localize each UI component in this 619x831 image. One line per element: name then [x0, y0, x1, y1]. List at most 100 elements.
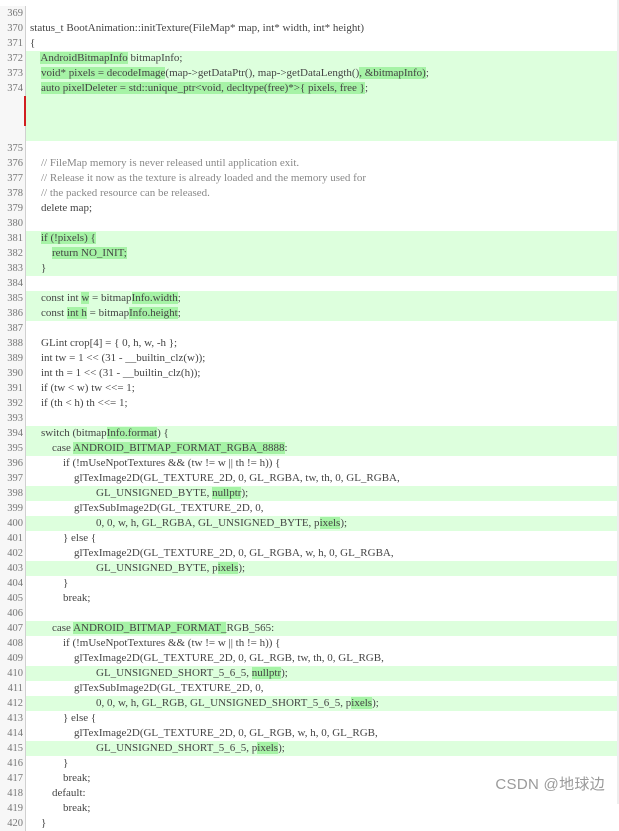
diff-line: 371 { — [0, 36, 619, 51]
line-number: 403 — [0, 561, 26, 576]
line-number: 385 — [0, 291, 26, 306]
line-number: 375 — [0, 141, 26, 156]
line-number: 369 — [0, 6, 26, 21]
code-text: switch (bitmapInfo.format) { — [30, 427, 169, 439]
line-number: 409 — [0, 651, 26, 666]
diff-line: 398 GL_UNSIGNED_BYTE, nullptr); — [0, 486, 619, 501]
code-diff-view: 369 370 status_t BootAnimation::initTextur… — [0, 6, 619, 831]
line-number: 400 — [0, 516, 26, 531]
diff-line: 379 delete map; — [0, 201, 619, 216]
diff-line: 404 } — [0, 576, 619, 591]
code-text: // Release it now as the texture is alre… — [30, 172, 367, 184]
line-number: 389 — [0, 351, 26, 366]
code-text: AndroidBitmapInfo bitmapInfo; — [40, 52, 183, 64]
code-text: return NO_INIT; — [52, 247, 127, 259]
code-text: int th = 1 << (31 - __builtin_clz(h)); — [30, 367, 201, 379]
line-number: 393 — [0, 411, 26, 426]
diff-line: 386 const int h = bitmapInfo.height; — [0, 306, 619, 321]
line-number — [0, 96, 26, 111]
code-text: case ANDROID_BITMAP_FORMAT_RGBA_8888: — [30, 442, 288, 454]
line-number: 377 — [0, 171, 26, 186]
diff-line: 413 } else { — [0, 711, 619, 726]
diff-line: 410 GL_UNSIGNED_SHORT_5_6_5, nullptr); — [0, 666, 619, 681]
line-number: 388 — [0, 336, 26, 351]
diff-line: 378 // the packed resource can be releas… — [0, 186, 619, 201]
diff-line — [0, 96, 619, 111]
diff-line: 383 } — [0, 261, 619, 276]
code-text: } else { — [30, 712, 97, 724]
diff-line: 407 case ANDROID_BITMAP_FORMAT_RGB_565: — [0, 621, 619, 636]
diff-line: 387 — [0, 321, 619, 336]
line-number: 399 — [0, 501, 26, 516]
line-number: 394 — [0, 426, 26, 441]
code-text: } — [30, 817, 47, 829]
line-number: 398 — [0, 486, 26, 501]
diff-line: 414 glTexImage2D(GL_TEXTURE_2D, 0, GL_RG… — [0, 726, 619, 741]
line-number: 382 — [0, 246, 26, 261]
code-text: 0, 0, w, h, GL_RGB, GL_UNSIGNED_SHORT_5_… — [30, 697, 379, 709]
diff-line: 399 glTexSubImage2D(GL_TEXTURE_2D, 0, — [0, 501, 619, 516]
diff-line: 411 glTexSubImage2D(GL_TEXTURE_2D, 0, — [0, 681, 619, 696]
line-number: 395 — [0, 441, 26, 456]
line-number: 406 — [0, 606, 26, 621]
line-number: 381 — [0, 231, 26, 246]
diff-line: 394 switch (bitmapInfo.format) { — [0, 426, 619, 441]
diff-line: 400 0, 0, w, h, GL_RGBA, GL_UNSIGNED_BYT… — [0, 516, 619, 531]
diff-line: 375 — [0, 141, 619, 156]
line-number: 392 — [0, 396, 26, 411]
diff-line: 420 } — [0, 816, 619, 831]
line-number: 407 — [0, 621, 26, 636]
code-text: glTexImage2D(GL_TEXTURE_2D, 0, GL_RGBA, … — [30, 547, 394, 559]
line-number: 412 — [0, 696, 26, 711]
code-text: if (th < h) th <<= 1; — [30, 397, 128, 409]
diff-line: 381 if (!pixels) { — [0, 231, 619, 246]
line-number: 401 — [0, 531, 26, 546]
code-text: GLint crop[4] = { 0, h, w, -h }; — [30, 337, 178, 349]
code-text: glTexImage2D(GL_TEXTURE_2D, 0, GL_RGB, w… — [30, 727, 378, 739]
code-text: if (!mUseNpotTextures && (tw != w || th … — [30, 637, 281, 649]
diff-line: 392 if (th < h) th <<= 1; — [0, 396, 619, 411]
line-number: 376 — [0, 156, 26, 171]
code-text: 0, 0, w, h, GL_RGBA, GL_UNSIGNED_BYTE, p… — [30, 517, 348, 529]
line-number: 391 — [0, 381, 26, 396]
line-number: 415 — [0, 741, 26, 756]
code-text: const int w = bitmapInfo.width; — [30, 292, 181, 304]
line-number: 383 — [0, 261, 26, 276]
code-text: glTexSubImage2D(GL_TEXTURE_2D, 0, — [30, 682, 264, 694]
code-text: void* pixels = decodeImage(map->getDataP… — [41, 67, 429, 79]
code-text: delete map; — [30, 202, 93, 214]
diff-line: 419 break; — [0, 801, 619, 816]
code-text: int tw = 1 << (31 - __builtin_clz(w)); — [30, 352, 206, 364]
line-number: 380 — [0, 216, 26, 231]
diff-line: 382 return NO_INIT; — [0, 246, 619, 261]
line-number: 408 — [0, 636, 26, 651]
code-text: if (!mUseNpotTextures && (tw != w || th … — [30, 457, 281, 469]
code-text: auto pixelDeleter = std::unique_ptr<void… — [41, 82, 368, 94]
diff-line: 389 int tw = 1 << (31 - __builtin_clz(w)… — [0, 351, 619, 366]
diff-line: 415 GL_UNSIGNED_SHORT_5_6_5, pixels); — [0, 741, 619, 756]
code-text: glTexSubImage2D(GL_TEXTURE_2D, 0, — [30, 502, 264, 514]
code-text: glTexImage2D(GL_TEXTURE_2D, 0, GL_RGBA, … — [30, 472, 400, 484]
line-number: 397 — [0, 471, 26, 486]
code-text: const int h = bitmapInfo.height; — [30, 307, 181, 319]
code-text: GL_UNSIGNED_SHORT_5_6_5, pixels); — [30, 742, 285, 754]
line-number — [0, 111, 26, 126]
diff-line: 370 status_t BootAnimation::initTexture(F… — [0, 21, 619, 36]
diff-line: 396 if (!mUseNpotTextures && (tw != w ||… — [0, 456, 619, 471]
line-number: 420 — [0, 816, 26, 831]
diff-line: 374 auto pixelDeleter = std::unique_ptr<… — [0, 81, 619, 96]
line-number: 402 — [0, 546, 26, 561]
code-text: } — [30, 757, 69, 769]
diff-line: 388 GLint crop[4] = { 0, h, w, -h }; — [0, 336, 619, 351]
line-number: 379 — [0, 201, 26, 216]
line-number: 386 — [0, 306, 26, 321]
diff-line: 390 int th = 1 << (31 - __builtin_clz(h)… — [0, 366, 619, 381]
line-number: 414 — [0, 726, 26, 741]
line-number: 373 — [0, 66, 26, 81]
